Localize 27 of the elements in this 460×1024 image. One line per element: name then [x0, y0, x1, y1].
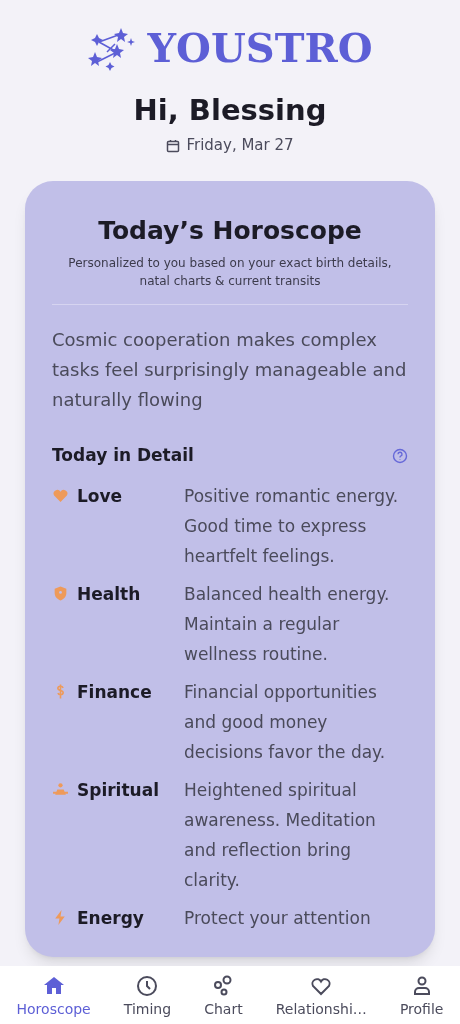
- date-text: Friday, Mar 27: [186, 135, 294, 157]
- detail-label: Energy: [77, 906, 144, 930]
- section-heading: Today in Detail: [52, 444, 194, 467]
- nav-tab[interactable]: Profile: [399, 974, 444, 1018]
- nav-tab[interactable]: Relationshi…: [275, 974, 367, 1018]
- clock-icon: [135, 974, 160, 998]
- meditation-icon: [52, 780, 69, 798]
- nav-tab[interactable]: Horoscope: [16, 974, 91, 1018]
- logo-text: YOUSTRO: [147, 28, 373, 68]
- calendar-icon: [166, 138, 181, 153]
- greeting: Hi, Blessing: [133, 92, 327, 129]
- detail-label: Finance: [77, 680, 152, 704]
- detail-text: Heightened spiritual awareness. Meditation and reflection bring clarity.: [184, 778, 377, 892]
- card-subtitle: Personalized to you based on your exact birth details, natal charts & current transits: [67, 255, 393, 290]
- help-icon[interactable]: [392, 447, 408, 464]
- detail-label: Health: [77, 582, 141, 606]
- nav-tab[interactable]: Chart: [204, 974, 243, 1018]
- detail-text: Balanced health energy. Maintain a regular wellness routine.: [184, 582, 391, 666]
- card-title: Today’s Horoscope: [97, 214, 363, 246]
- detail-text: Protect your attention: [184, 906, 372, 930]
- nav-tab[interactable]: Timing: [123, 974, 172, 1018]
- detail-text: Financial opportunities and good money decisions favor the day.: [184, 680, 387, 764]
- detail-label: Spiritual: [77, 778, 159, 802]
- detail-text: Positive romantic energy. Good time to express heartfelt feelings.: [184, 484, 400, 568]
- horoscope-summary: Cosmic cooperation makes complex tasks feel surprisingly manageable and naturally flowing: [52, 328, 408, 412]
- detail-label: Love: [77, 484, 123, 508]
- shield-icon: [52, 584, 69, 602]
